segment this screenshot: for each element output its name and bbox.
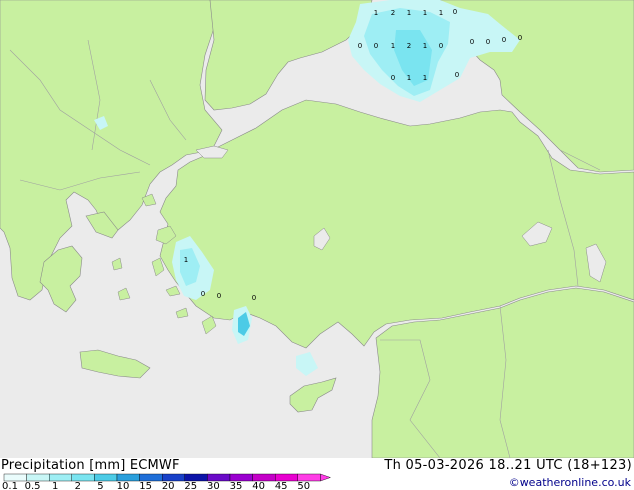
colorbar-swatch (26, 473, 50, 482)
colorbar-tick-label: 20 (161, 481, 175, 490)
colorbar-legend: 0.1 0.5 1 2 5 10 15 20 25 30 35 40 45 50 (0, 473, 340, 490)
point-value: 0 (201, 290, 205, 298)
colorbar-tick-label: 45 (274, 481, 288, 490)
colorbar-tick-label: 50 (297, 481, 311, 490)
label-row: Precipitation [mm] ECMWF Th 05-03-2026 1… (0, 458, 634, 473)
point-value: 1 (391, 42, 395, 50)
colorbar-tick-label: 10 (116, 481, 130, 490)
point-value: 0 (374, 42, 378, 50)
colorbar-swatch (161, 473, 185, 482)
colorbar-tick-label: 25 (184, 481, 198, 490)
colorbar-swatch (71, 473, 95, 482)
precipitation-map-frame: 1 2 1 1 1 0 0 0 1 2 1 0 0 0 0 0 0 1 1 0 … (0, 0, 634, 490)
map-title: Precipitation [mm] ECMWF (1, 458, 180, 473)
colorbar-tick-label: 1 (52, 481, 59, 490)
point-value: 1 (374, 9, 378, 17)
colorbar-swatch (3, 473, 27, 482)
colorbar-arrow (320, 473, 332, 482)
colorbar-tick-label: 0.5 (24, 481, 41, 490)
colorbar-swatch (184, 473, 208, 482)
colorbar-swatch (49, 473, 73, 482)
point-value: 0 (502, 36, 506, 44)
point-value: 2 (391, 9, 395, 17)
point-value: 0 (217, 292, 221, 300)
colorbar-tick-label: 30 (207, 481, 220, 490)
colorbar-tick-label: 0.1 (2, 481, 18, 490)
colorbar-swatch (207, 473, 231, 482)
point-value: 0 (439, 42, 443, 50)
point-value: 1 (407, 9, 411, 17)
point-value: 0 (470, 38, 474, 46)
colorbar-tick-label: 35 (229, 481, 243, 490)
credit-link[interactable]: ©weatheronline.co.uk (509, 476, 631, 489)
valid-time: Th 05-03-2026 18..21 UTC (18+123) (384, 458, 632, 473)
point-value: 1 (423, 9, 427, 17)
point-value: 0 (453, 8, 457, 16)
parameter-label: Precipitation [mm] (1, 458, 126, 473)
colorbar-swatch (94, 473, 118, 482)
colorbar-swatch (275, 473, 299, 482)
colorbar-swatch (116, 473, 140, 482)
point-value: 1 (184, 256, 188, 264)
colorbar-swatch (297, 473, 321, 482)
colorbar-swatch (252, 473, 276, 482)
colorbar-tick-label: 40 (252, 481, 265, 490)
point-value: 0 (486, 38, 490, 46)
colorbar-tick-label: 15 (139, 481, 152, 490)
model-label: ECMWF (129, 458, 180, 473)
colorbar-swatch (139, 473, 163, 482)
colorbar-tick-label: 5 (97, 481, 104, 490)
point-value: 1 (423, 74, 427, 82)
point-value: 2 (407, 42, 411, 50)
colorbar-swatches (3, 473, 332, 482)
point-value: 0 (518, 34, 522, 42)
point-value: 0 (358, 42, 362, 50)
point-value: 1 (407, 74, 411, 82)
map: 1 2 1 1 1 0 0 0 1 2 1 0 0 0 0 0 0 1 1 0 … (0, 0, 634, 458)
point-value: 0 (252, 294, 256, 302)
point-value: 1 (439, 9, 443, 17)
colorbar-swatch (229, 473, 253, 482)
point-value: 0 (455, 71, 459, 79)
point-value: 1 (423, 42, 427, 50)
point-value: 0 (391, 74, 395, 82)
colorbar-tick-label: 2 (74, 481, 81, 490)
